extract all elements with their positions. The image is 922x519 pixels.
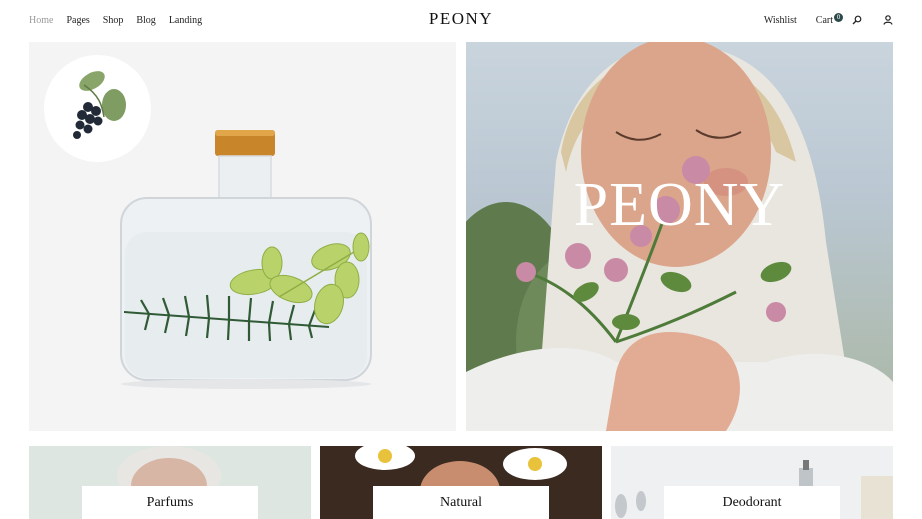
wishlist-link[interactable]: Wishlist <box>764 15 797 26</box>
header-utilities: Wishlist Cart 0 <box>764 12 894 26</box>
category-card-deodorant[interactable]: Deodorant <box>611 446 893 519</box>
category-label[interactable]: Natural <box>373 486 549 519</box>
cart-link[interactable]: Cart 0 <box>815 12 843 26</box>
site-header: Home Pages Shop Blog Landing PEONY Wishl… <box>0 0 922 42</box>
category-label[interactable]: Parfums <box>82 486 258 519</box>
hero-title: PEONY <box>573 171 786 239</box>
blackberry-icon <box>73 71 126 139</box>
user-icon[interactable] <box>882 14 894 26</box>
cart-count-badge: 0 <box>834 12 843 22</box>
cart-label: Cart <box>815 14 833 26</box>
category-card-natural[interactable]: Natural <box>320 446 602 519</box>
category-label[interactable]: Deodorant <box>664 486 840 519</box>
hero-product-image[interactable] <box>29 42 456 431</box>
category-card-parfums[interactable]: Parfums <box>29 446 311 519</box>
blackberry-badge <box>44 55 151 162</box>
hero-model-image[interactable]: PEONY <box>466 42 893 431</box>
search-icon[interactable] <box>851 14 863 26</box>
